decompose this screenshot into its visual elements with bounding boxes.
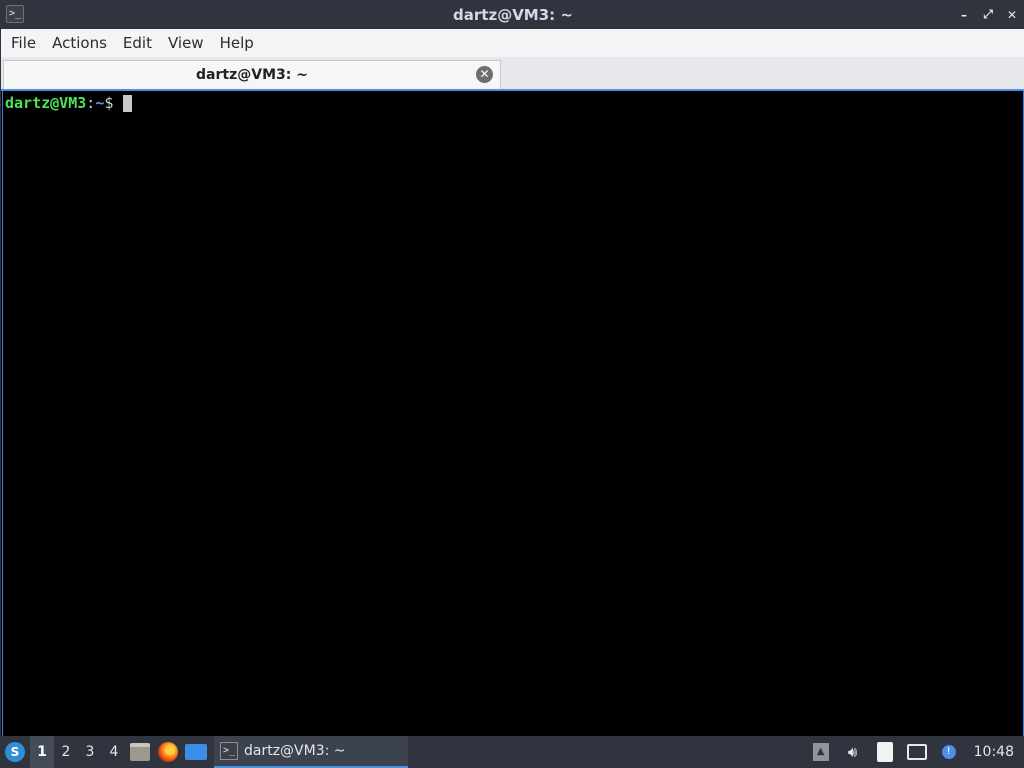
text-cursor bbox=[123, 94, 133, 112]
show-desktop-icon bbox=[185, 744, 207, 760]
prompt-path: ~ bbox=[95, 94, 105, 112]
tray-expand-icon: ▲ bbox=[812, 743, 829, 761]
network-icon bbox=[906, 744, 927, 760]
firefox-launcher[interactable] bbox=[154, 736, 182, 768]
terminal-area[interactable]: dartz@VM3: ~ $ bbox=[2, 91, 1024, 736]
title-bar[interactable]: >_ dartz@VM3: ~ – ⤢ ✕ bbox=[1, 0, 1024, 29]
prompt-user-host: dartz@VM3 bbox=[5, 94, 87, 112]
desktop-3-button[interactable]: 3 bbox=[78, 736, 102, 768]
tab-bar: dartz@VM3: ~ ✕ bbox=[1, 57, 1024, 91]
terminal-window: >_ dartz@VM3: ~ – ⤢ ✕ File Actions Edit … bbox=[0, 0, 1024, 736]
show-desktop-launcher[interactable] bbox=[182, 736, 210, 768]
close-icon[interactable]: ✕ bbox=[1003, 6, 1021, 24]
desktop-4-button[interactable]: 4 bbox=[102, 736, 126, 768]
prompt-colon: : bbox=[86, 94, 96, 112]
menu-help[interactable]: Help bbox=[214, 29, 260, 57]
prompt-symbol: $ bbox=[104, 94, 114, 112]
menu-bar: File Actions Edit View Help bbox=[1, 29, 1024, 57]
maximize-icon[interactable]: ⤢ bbox=[979, 6, 997, 24]
update-notifier-button[interactable]: ! bbox=[936, 736, 962, 768]
file-manager-icon bbox=[130, 743, 150, 761]
file-manager-launcher[interactable] bbox=[126, 736, 154, 768]
network-button[interactable] bbox=[904, 736, 930, 768]
clipboard-icon bbox=[876, 742, 893, 762]
start-menu-button[interactable]: S bbox=[0, 736, 30, 768]
desktop-1-button[interactable]: 1 bbox=[30, 736, 54, 768]
clock[interactable]: 10:48 bbox=[968, 744, 1020, 760]
prompt-line: dartz@VM3: ~ $ bbox=[5, 93, 1021, 113]
tab-terminal[interactable]: dartz@VM3: ~ ✕ bbox=[3, 60, 501, 89]
tab-label: dartz@VM3: ~ bbox=[196, 67, 308, 83]
volume-button[interactable]: 🔊︎ bbox=[840, 736, 866, 768]
system-tray: ▲ 🔊︎ ! 10:48 bbox=[808, 736, 1024, 768]
tray-expand-button[interactable]: ▲ bbox=[808, 736, 834, 768]
clipboard-button[interactable] bbox=[872, 736, 898, 768]
window-title: dartz@VM3: ~ bbox=[453, 5, 573, 24]
desktop-2-button[interactable]: 2 bbox=[54, 736, 78, 768]
menu-view[interactable]: View bbox=[162, 29, 210, 57]
taskbar-task-terminal[interactable]: >_ dartz@VM3: ~ bbox=[214, 736, 408, 768]
update-icon: ! bbox=[941, 745, 956, 759]
terminal-icon[interactable]: >_ bbox=[6, 5, 24, 23]
volume-icon: 🔊︎ bbox=[847, 743, 858, 761]
minimize-icon[interactable]: – bbox=[955, 6, 973, 24]
taskbar: S 1 2 3 4 >_ dartz@VM3: ~ ▲ 🔊︎ ! 10:48 bbox=[0, 736, 1024, 768]
lubuntu-logo-icon: S bbox=[5, 742, 25, 762]
menu-edit[interactable]: Edit bbox=[117, 29, 158, 57]
terminal-icon: >_ bbox=[220, 742, 238, 760]
menu-actions[interactable]: Actions bbox=[46, 29, 113, 57]
window-controls: – ⤢ ✕ bbox=[955, 0, 1021, 29]
tab-close-icon[interactable]: ✕ bbox=[476, 66, 493, 83]
menu-file[interactable]: File bbox=[5, 29, 42, 57]
firefox-icon bbox=[158, 742, 178, 762]
task-label: dartz@VM3: ~ bbox=[244, 743, 346, 759]
